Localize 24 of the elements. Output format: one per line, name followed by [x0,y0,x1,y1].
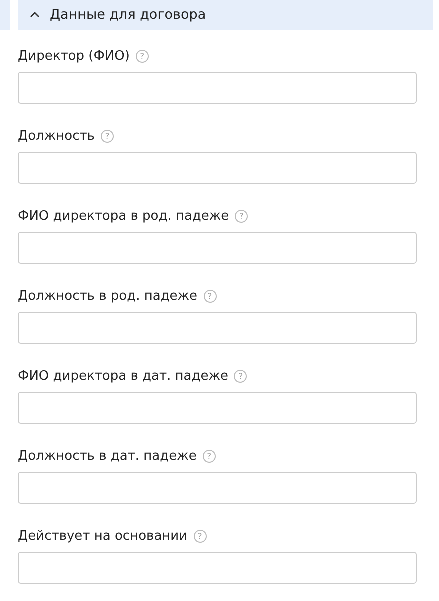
chevron-icon [30,10,40,20]
input-field[interactable] [18,72,417,104]
input-field[interactable] [18,152,417,184]
input-field[interactable] [18,472,417,504]
help-icon[interactable]: ? [234,370,248,382]
field-label: Должность в дат. падеже [18,448,197,464]
input-field[interactable] [18,232,417,264]
input-field[interactable] [18,312,417,344]
field-label: Действует на основании [18,528,188,544]
side-panel-edge [0,0,10,30]
field-label: Должность [18,128,95,144]
help-icon[interactable]: ? [136,50,149,62]
field-label: Должность в род. падеже [18,288,198,304]
field-label: ФИО директора в дат. падеже [18,368,228,384]
input-field[interactable] [18,552,417,584]
help-icon[interactable]: ? [202,450,216,462]
help-icon[interactable]: ? [235,210,248,222]
field-label: Директор (ФИО) [18,48,130,64]
input-field[interactable] [18,392,417,424]
help-icon[interactable]: ? [204,290,217,302]
section-header[interactable]: Данные для договора [18,0,433,30]
help-icon[interactable]: ? [100,130,114,142]
field-label: ФИО директора в род. падеже [18,208,230,224]
help-icon[interactable]: ? [194,530,207,542]
